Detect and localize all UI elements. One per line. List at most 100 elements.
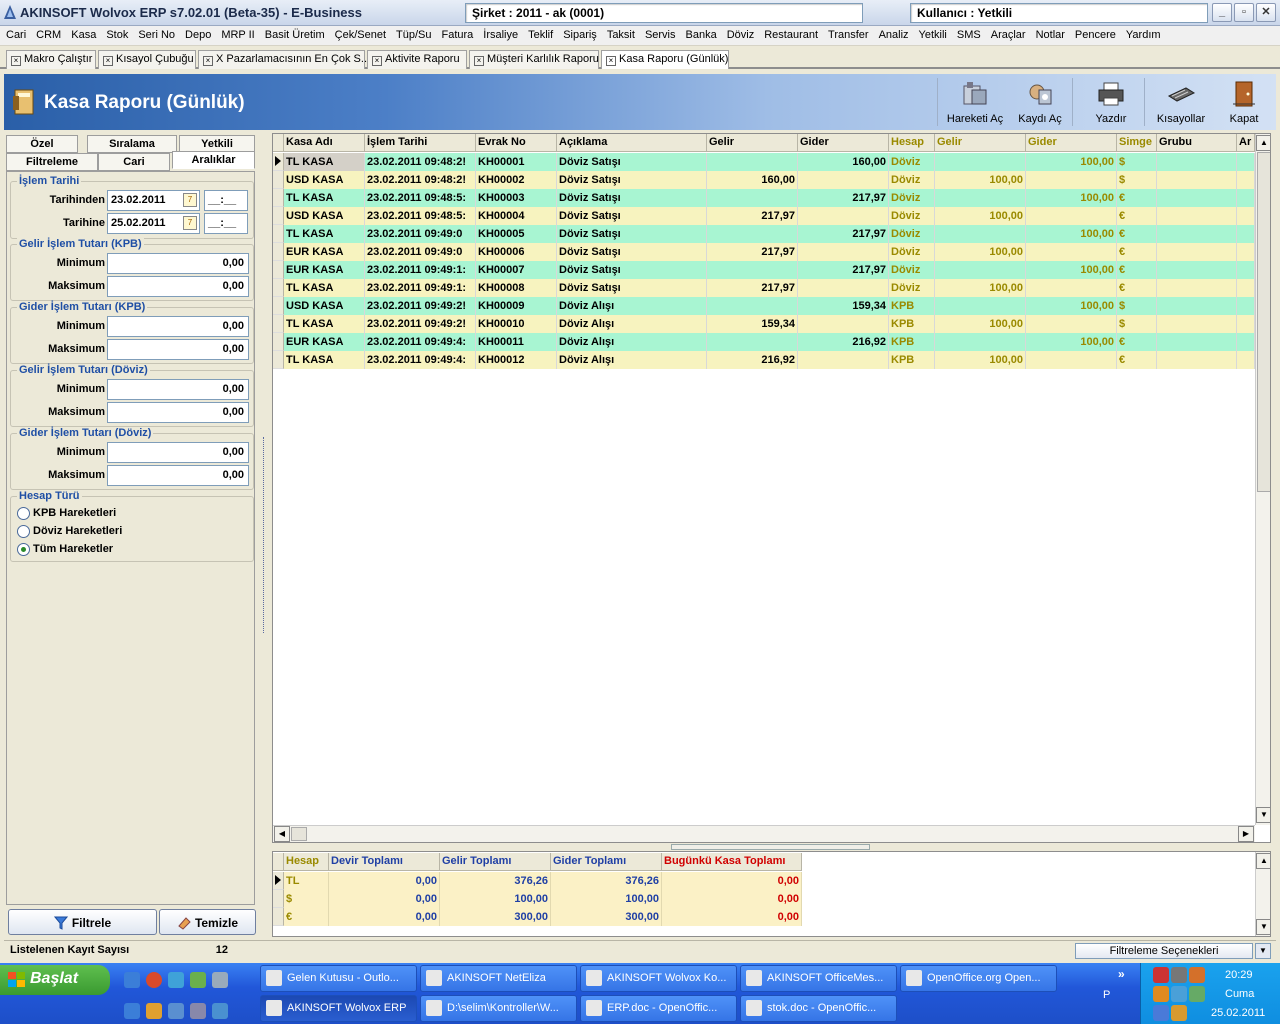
menu-item[interactable]: Araçlar (986, 26, 1031, 46)
summary-cell[interactable]: 0,00 (329, 890, 440, 908)
table-cell[interactable]: KH00008 (476, 279, 557, 297)
menu-item[interactable]: Tüp/Su (391, 26, 436, 46)
table-cell[interactable] (1237, 261, 1255, 279)
table-cell[interactable]: TL KASA (284, 153, 365, 171)
income-fx-max-input[interactable]: 0,00 (107, 402, 249, 423)
tab-close-icon[interactable]: × (474, 56, 484, 66)
summary-cell[interactable]: 300,00 (551, 908, 662, 926)
table-cell[interactable]: KPB (889, 351, 935, 369)
table-cell[interactable] (1026, 207, 1117, 225)
table-cell[interactable]: KH00010 (476, 315, 557, 333)
table-cell[interactable]: 100,00 (935, 351, 1026, 369)
table-row[interactable]: TL KASA 23.02.2011 09:48:5: KH00003 Döviz S… (273, 189, 1255, 207)
table-cell[interactable]: USD KASA (284, 171, 365, 189)
table-cell[interactable]: € (1117, 333, 1157, 351)
table-cell[interactable] (1237, 333, 1255, 351)
table-row[interactable]: TL KASA 23.02.2011 09:49:0 KH00005 Döviz Sa… (273, 225, 1255, 243)
menu-item[interactable]: Notlar (1031, 26, 1070, 46)
table-cell[interactable] (798, 171, 889, 189)
table-cell[interactable]: 23.02.2011 09:48:5: (365, 189, 476, 207)
table-cell[interactable] (1237, 207, 1255, 225)
filter-button[interactable]: Filtrele (8, 909, 157, 935)
row-indicator[interactable] (273, 890, 284, 908)
table-cell[interactable] (707, 225, 798, 243)
table-cell[interactable]: KH00009 (476, 297, 557, 315)
table-cell[interactable]: 160,00 (707, 171, 798, 189)
taskbar-button[interactable]: ERP.doc - OpenOffic... (580, 995, 737, 1022)
table-cell[interactable]: 100,00 (935, 243, 1026, 261)
calculator-icon[interactable] (190, 1003, 206, 1019)
current-row-indicator-icon[interactable] (273, 872, 284, 890)
taskbar-expand-icon[interactable]: » (1118, 967, 1125, 981)
expense-fx-min-input[interactable]: 0,00 (107, 442, 249, 463)
taskbar-button[interactable]: D:\selim\Kontroller\W... (420, 995, 577, 1022)
table-cell[interactable] (1026, 315, 1117, 333)
calendar-icon[interactable]: 7 (183, 193, 197, 207)
table-cell[interactable] (1026, 171, 1117, 189)
table-cell[interactable]: Döviz Satışı (557, 225, 707, 243)
grid-column-header[interactable]: İşlem Tarihi (365, 134, 476, 152)
table-cell[interactable] (935, 333, 1026, 351)
menu-item[interactable]: Fatura (436, 26, 478, 46)
radio-doviz-label[interactable]: Döviz Hareketleri (33, 525, 122, 537)
table-cell[interactable]: 23.02.2011 09:49:1: (365, 279, 476, 297)
table-cell[interactable] (1157, 279, 1237, 297)
doc-tab[interactable]: × Makro Çalıştır (6, 50, 96, 69)
tray-app-icon[interactable] (1189, 967, 1205, 983)
table-cell[interactable]: KH00002 (476, 171, 557, 189)
filter-options-button[interactable]: Filtreleme Seçenekleri (1075, 943, 1253, 959)
table-cell[interactable]: KH00005 (476, 225, 557, 243)
network-icon[interactable] (212, 1003, 228, 1019)
table-cell[interactable]: KH00004 (476, 207, 557, 225)
table-cell[interactable] (1237, 243, 1255, 261)
menu-item[interactable]: Banka (681, 26, 722, 46)
table-cell[interactable]: € (1117, 207, 1157, 225)
clear-button[interactable]: Temizle (159, 909, 256, 935)
table-cell[interactable] (1237, 315, 1255, 333)
table-cell[interactable]: Döviz (889, 261, 935, 279)
doc-tab[interactable]: × Kısayol Çubuğu (98, 50, 196, 69)
menu-item[interactable]: Cari (1, 26, 31, 46)
table-cell[interactable] (707, 333, 798, 351)
income-fx-min-input[interactable]: 0,00 (107, 379, 249, 400)
table-cell[interactable]: € (1117, 351, 1157, 369)
row-indicator[interactable] (273, 189, 284, 207)
table-cell[interactable]: KH00003 (476, 189, 557, 207)
table-cell[interactable]: 217,97 (707, 207, 798, 225)
tab-close-icon[interactable]: × (606, 56, 616, 66)
row-indicator[interactable] (273, 207, 284, 225)
tab-cari[interactable]: Cari (98, 153, 170, 171)
table-cell[interactable]: 100,00 (935, 171, 1026, 189)
table-cell[interactable]: TL KASA (284, 189, 365, 207)
table-cell[interactable]: Döviz Satışı (557, 279, 707, 297)
row-indicator[interactable] (273, 171, 284, 189)
table-cell[interactable]: 23.02.2011 09:49:0 (365, 243, 476, 261)
summary-column-header[interactable]: Gelir Toplamı (440, 853, 551, 871)
table-cell[interactable]: Döviz Satışı (557, 207, 707, 225)
table-cell[interactable]: 100,00 (1026, 261, 1117, 279)
table-cell[interactable]: 23.02.2011 09:49:1: (365, 261, 476, 279)
table-cell[interactable]: Döviz (889, 243, 935, 261)
table-row[interactable]: EUR KASA 23.02.2011 09:49:4: KH00011 Döviz … (273, 333, 1255, 351)
maximize-button[interactable]: ▫ (1234, 3, 1254, 22)
tray-antivirus-icon[interactable] (1153, 967, 1169, 983)
summary-cell[interactable]: 0,00 (662, 872, 802, 890)
summary-vertical-scrollbar[interactable]: ▲ ▼ (1255, 852, 1270, 936)
table-cell[interactable]: € (1117, 189, 1157, 207)
tray-sync-icon[interactable] (1189, 986, 1205, 1002)
table-cell[interactable]: Döviz Satışı (557, 261, 707, 279)
table-cell[interactable] (798, 243, 889, 261)
table-cell[interactable] (1237, 225, 1255, 243)
table-cell[interactable]: $ (1117, 315, 1157, 333)
table-cell[interactable]: TL KASA (284, 279, 365, 297)
tray-update-icon[interactable] (1153, 986, 1169, 1002)
table-cell[interactable]: 159,34 (707, 315, 798, 333)
menu-item[interactable]: Yetkili (914, 26, 952, 46)
table-cell[interactable]: Döviz Alışı (557, 297, 707, 315)
table-cell[interactable] (1157, 315, 1237, 333)
table-cell[interactable] (798, 351, 889, 369)
summary-cell[interactable]: € (284, 908, 329, 926)
row-indicator[interactable] (273, 261, 284, 279)
minimize-button[interactable]: _ (1212, 3, 1232, 22)
grid-horizontal-scrollbar[interactable]: ◀ ▶ (273, 825, 1255, 842)
